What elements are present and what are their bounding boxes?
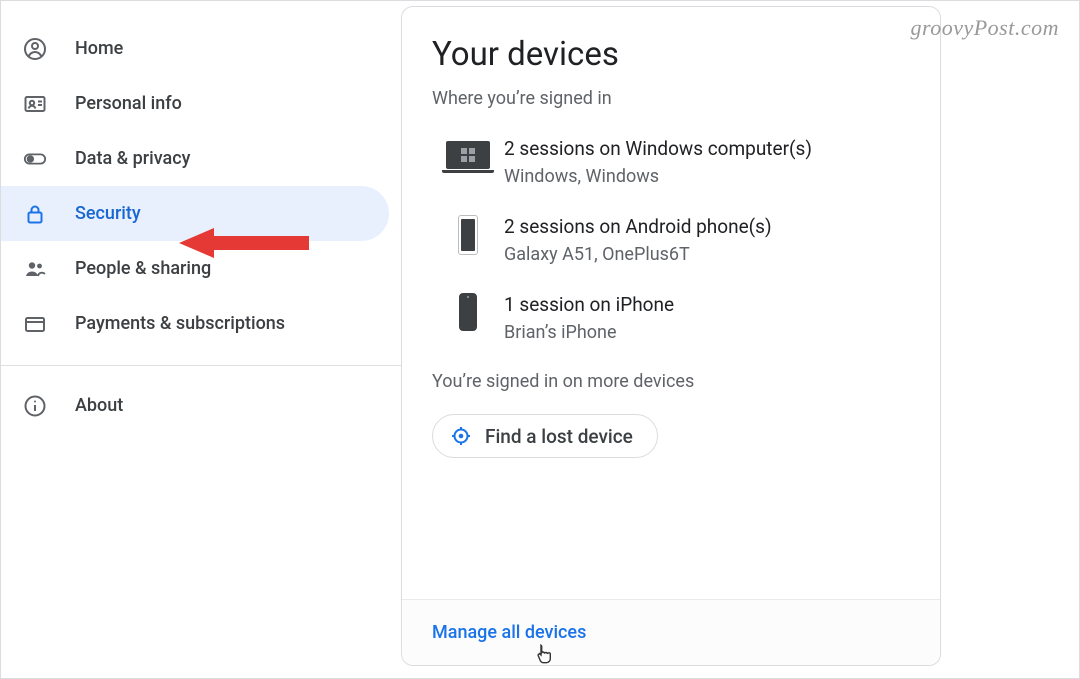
info-icon [23, 394, 47, 418]
device-secondary: Windows, Windows [504, 166, 812, 187]
android-phone-icon [458, 215, 478, 255]
id-card-icon [23, 92, 47, 116]
main-content: Your devices Where you’re signed in 2 se… [401, 1, 1079, 678]
laptop-icon [446, 141, 490, 169]
target-icon [451, 426, 471, 446]
device-primary: 2 sessions on Android phone(s) [504, 215, 772, 238]
device-secondary: Brian’s iPhone [504, 322, 674, 343]
cursor-pointer-icon [536, 644, 552, 666]
card-title: Your devices [432, 35, 910, 74]
sidebar-item-label: Security [75, 203, 141, 224]
card-subtitle: Where you’re signed in [432, 88, 910, 109]
sidebar-item-about[interactable]: About [1, 378, 389, 433]
sidebar-item-personal-info[interactable]: Personal info [1, 76, 389, 131]
sidebar-item-home[interactable]: Home [1, 21, 389, 76]
sidebar-item-label: Home [75, 38, 123, 59]
find-lost-device-button[interactable]: Find a lost device [432, 414, 658, 458]
credit-card-icon [23, 312, 47, 336]
your-devices-card: Your devices Where you’re signed in 2 se… [401, 6, 941, 666]
device-primary: 2 sessions on Windows computer(s) [504, 137, 812, 160]
sidebar-item-label: Data & privacy [75, 148, 190, 169]
find-lost-device-label: Find a lost device [485, 425, 633, 448]
sidebar-item-label: About [75, 395, 123, 416]
sidebar-item-label: Payments & subscriptions [75, 313, 285, 334]
sidebar-item-payments[interactable]: Payments & subscriptions [1, 296, 389, 351]
sidebar: Home Personal info Data & privacy Securi… [1, 1, 401, 678]
device-row[interactable]: 1 session on iPhone Brian’s iPhone [432, 293, 910, 343]
toggle-icon [23, 147, 47, 171]
more-devices-note: You’re signed in on more devices [432, 371, 910, 392]
lock-icon [23, 202, 47, 226]
manage-all-devices-link[interactable]: Manage all devices [432, 622, 586, 643]
annotation-arrow-icon [179, 223, 319, 267]
user-circle-icon [23, 37, 47, 61]
sidebar-item-label: Personal info [75, 93, 182, 114]
iphone-icon [459, 293, 477, 331]
sidebar-item-data-privacy[interactable]: Data & privacy [1, 131, 389, 186]
device-row[interactable]: 2 sessions on Windows computer(s) Window… [432, 137, 910, 187]
card-footer: Manage all devices [402, 599, 940, 665]
device-row[interactable]: 2 sessions on Android phone(s) Galaxy A5… [432, 215, 910, 265]
people-icon [23, 257, 47, 281]
device-secondary: Galaxy A51, OnePlus6T [504, 244, 772, 265]
sidebar-divider [1, 365, 401, 366]
watermark-text: groovyPost.com [910, 15, 1059, 41]
device-primary: 1 session on iPhone [504, 293, 674, 316]
